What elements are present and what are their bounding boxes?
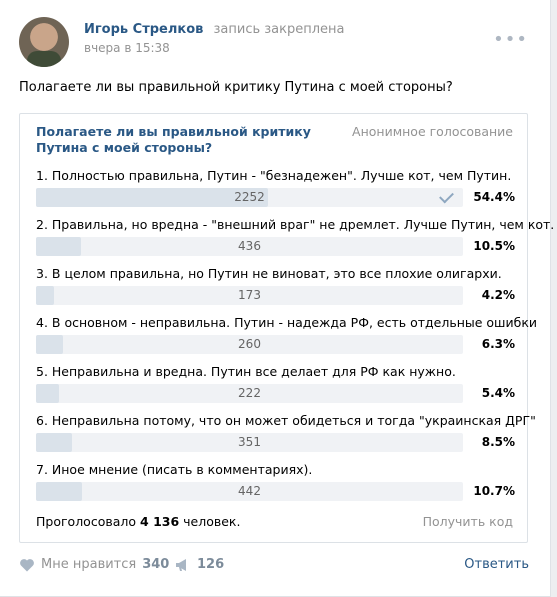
poll-bar: 173 (36, 286, 463, 305)
poll-option-count: 442 (238, 484, 261, 498)
poll-option-count: 222 (238, 386, 261, 400)
poll-option-label: 4. В основном - неправильна. Путин - над… (36, 315, 538, 330)
poll-option-percent: 5.4% (481, 386, 515, 400)
post-actions: Мне нравится 340 126 Ответить (19, 557, 529, 577)
heart-icon (19, 558, 35, 572)
poll-title: Полагаете ли вы правильной критику Путин… (36, 124, 311, 155)
poll-option-percent: 8.5% (481, 435, 515, 449)
like-label: Мне нравится (41, 557, 137, 572)
voted-summary: Проголосовало 4 136 человек. (36, 514, 240, 529)
more-options-icon[interactable]: ••• (493, 29, 528, 50)
poll-bar: 442 (36, 482, 463, 501)
poll: Полагаете ли вы правильной критику Путин… (19, 113, 555, 543)
poll-option-percent: 10.5% (473, 239, 515, 253)
poll-option[interactable]: 4. В основном - неправильна. Путин - над… (36, 315, 538, 365)
share-button[interactable]: 126 (175, 557, 224, 572)
megaphone-icon (175, 558, 191, 572)
post-text: Полагаете ли вы правильной критику Путин… (19, 80, 453, 95)
poll-option-label: 3. В целом правильна, но Путин не винова… (36, 266, 502, 281)
poll-option-percent: 6.3% (481, 337, 515, 351)
voted-suffix: человек. (183, 514, 241, 529)
poll-option-label: 1. Полностью правильна, Путин - "безнаде… (36, 168, 512, 183)
post-card: Игорь Стрелков запись закреплена вчера в… (0, 0, 555, 597)
poll-option-label: 7. Иное мнение (писать в комментариях). (36, 462, 313, 477)
get-code-link[interactable]: Получить код (423, 514, 513, 529)
reply-button[interactable]: Ответить (464, 557, 529, 572)
like-count: 340 (142, 557, 170, 572)
poll-option[interactable]: 2. Правильна, но вредна - "внешний враг"… (36, 217, 555, 267)
poll-bar: 260 (36, 335, 463, 354)
post-time[interactable]: вчера в 15:38 (84, 41, 170, 55)
poll-option-label: 6. Неправильна потому, что он может обид… (36, 413, 536, 428)
poll-option-label: 5. Неправильна и вредна. Путин все делае… (36, 364, 456, 379)
poll-option-count: 351 (238, 435, 261, 449)
author-avatar[interactable] (19, 17, 69, 67)
poll-option[interactable]: 5. Неправильна и вредна. Путин все делае… (36, 364, 515, 414)
author-name[interactable]: Игорь Стрелков (84, 22, 203, 37)
poll-bar: 351 (36, 433, 463, 452)
voted-prefix: Проголосовало (36, 514, 137, 529)
poll-option-count: 436 (238, 239, 261, 253)
pinned-label: запись закреплена (213, 22, 345, 37)
poll-bar: 222 (36, 384, 463, 403)
poll-option-count: 2252 (234, 190, 265, 204)
poll-option-count: 173 (238, 288, 261, 302)
poll-bar: 2252 (36, 188, 463, 207)
poll-option-percent: 4.2% (481, 288, 515, 302)
poll-option[interactable]: 7. Иное мнение (писать в комментариях). 4… (36, 462, 515, 512)
like-button[interactable]: Мне нравится 340 (19, 557, 169, 572)
poll-option[interactable]: 1. Полностью правильна, Путин - "безнаде… (36, 168, 515, 218)
poll-type: Анонимное голосование (352, 124, 513, 139)
poll-option[interactable]: 3. В целом правильна, но Путин не винова… (36, 266, 515, 316)
poll-option[interactable]: 6. Неправильна потому, что он может обид… (36, 413, 536, 463)
poll-option-percent: 10.7% (473, 484, 515, 498)
poll-option-percent: 54.4% (473, 190, 515, 204)
share-count: 126 (197, 557, 225, 572)
poll-option-label: 2. Правильна, но вредна - "внешний враг"… (36, 217, 555, 232)
poll-option-count: 260 (238, 337, 261, 351)
poll-bar: 436 (36, 237, 463, 256)
post-header: Игорь Стрелков запись закреплена (84, 22, 345, 37)
voted-count: 4 136 (140, 514, 180, 529)
